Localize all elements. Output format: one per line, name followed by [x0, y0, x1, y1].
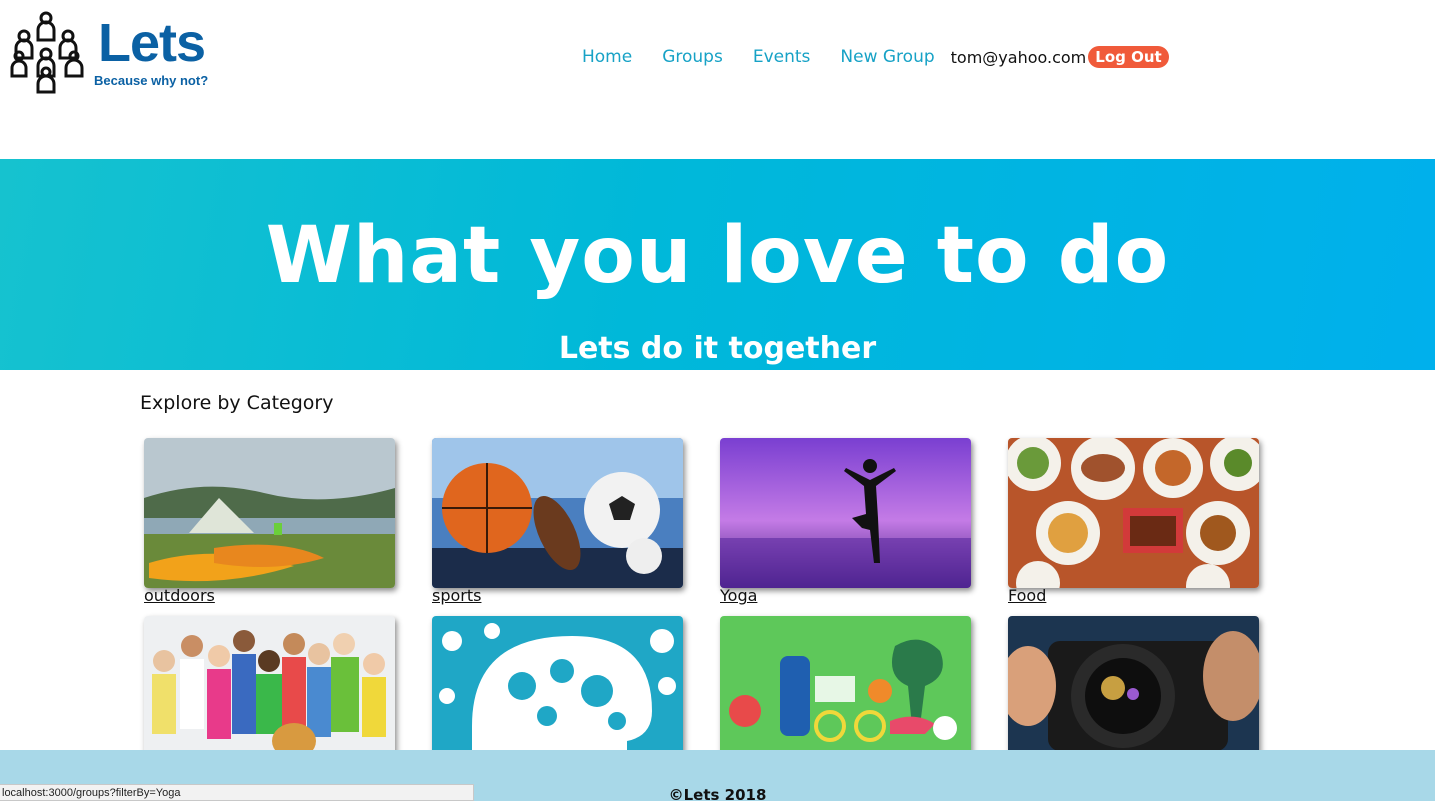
- category-link-yoga[interactable]: Yoga: [720, 586, 971, 605]
- nav-home-link[interactable]: Home: [582, 47, 632, 67]
- hero-banner: What you love to do Lets do it together: [0, 159, 1435, 370]
- hero-subtitle: Lets do it together: [558, 331, 877, 366]
- category-card-people[interactable]: [144, 616, 395, 766]
- nav-groups-link[interactable]: Groups: [662, 47, 723, 67]
- category-card-outdoors[interactable]: outdoors: [144, 438, 395, 605]
- logo-tagline: Because why not?: [94, 73, 209, 88]
- category-card-science[interactable]: [432, 616, 683, 766]
- logout-button[interactable]: Log Out: [1088, 46, 1169, 68]
- sports-balls-photo-icon[interactable]: [432, 438, 683, 588]
- nav-events-link[interactable]: Events: [753, 47, 811, 67]
- nav-new-group-link[interactable]: New Group: [840, 47, 934, 67]
- category-link-sports[interactable]: sports: [432, 586, 683, 605]
- explore-title: Explore by Category: [140, 392, 334, 414]
- hero-title: What you love to do: [265, 211, 1170, 301]
- category-link-food[interactable]: Food: [1008, 586, 1259, 605]
- yoga-silhouette-photo-icon[interactable]: [720, 438, 971, 588]
- brain-science-photo-icon[interactable]: [432, 616, 683, 766]
- category-card-food[interactable]: Food: [1008, 438, 1259, 605]
- category-card-photography[interactable]: [1008, 616, 1259, 766]
- main-nav: Home Groups Events New Group tom@yahoo.c…: [582, 44, 1169, 70]
- camping-photo-icon[interactable]: [144, 438, 395, 588]
- fitness-illustration-icon[interactable]: [720, 616, 971, 766]
- category-link-outdoors[interactable]: outdoors: [144, 586, 395, 605]
- logo-title: Lets: [98, 13, 206, 73]
- logo[interactable]: Lets Because why not?: [10, 10, 220, 96]
- group-of-people-photo-icon[interactable]: [144, 616, 395, 766]
- food-platters-photo-icon[interactable]: [1008, 438, 1259, 588]
- browser-status-bar: localhost:3000/groups?filterBy=Yoga: [0, 784, 474, 801]
- category-card-yoga[interactable]: Yoga: [720, 438, 971, 605]
- user-email: tom@yahoo.com: [950, 47, 1087, 67]
- category-card-sports[interactable]: sports: [432, 438, 683, 605]
- camera-photographer-photo-icon[interactable]: [1008, 616, 1259, 766]
- category-card-fitness[interactable]: [720, 616, 971, 766]
- people-group-icon: [10, 11, 84, 94]
